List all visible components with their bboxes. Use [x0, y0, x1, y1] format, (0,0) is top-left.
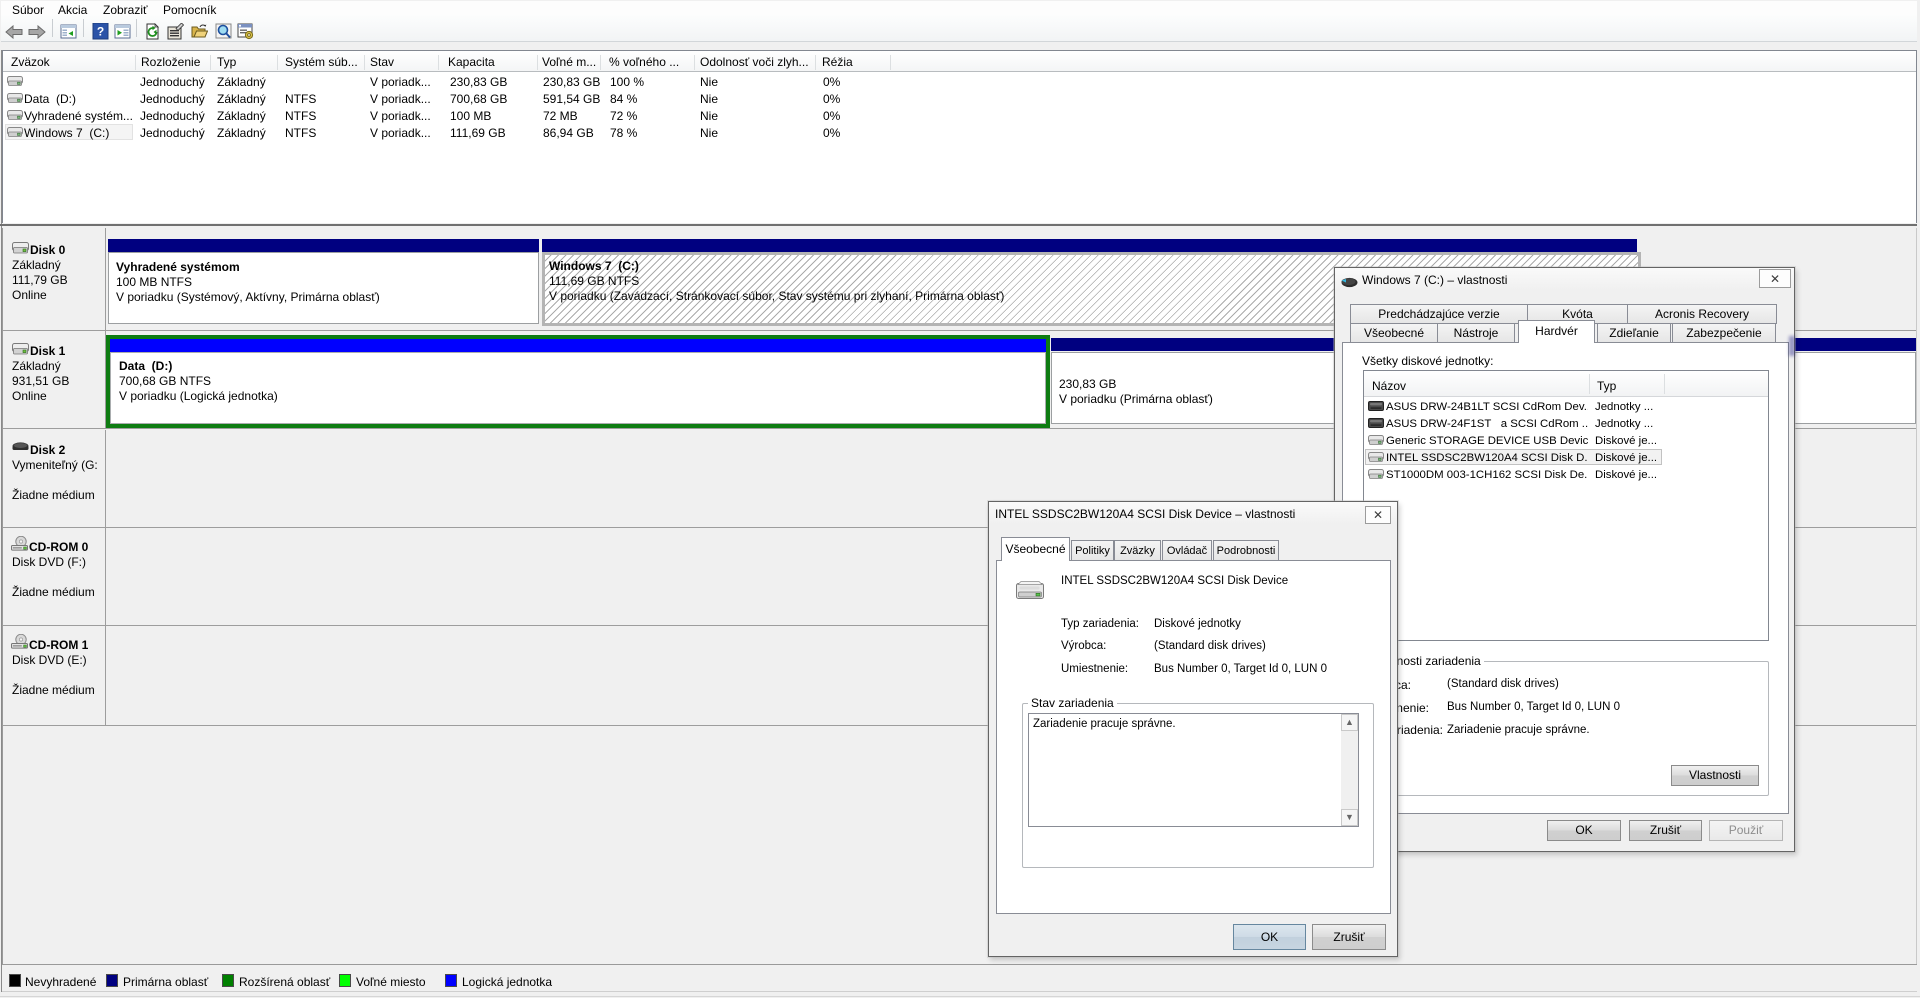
svg-text:?: ? — [97, 25, 104, 39]
